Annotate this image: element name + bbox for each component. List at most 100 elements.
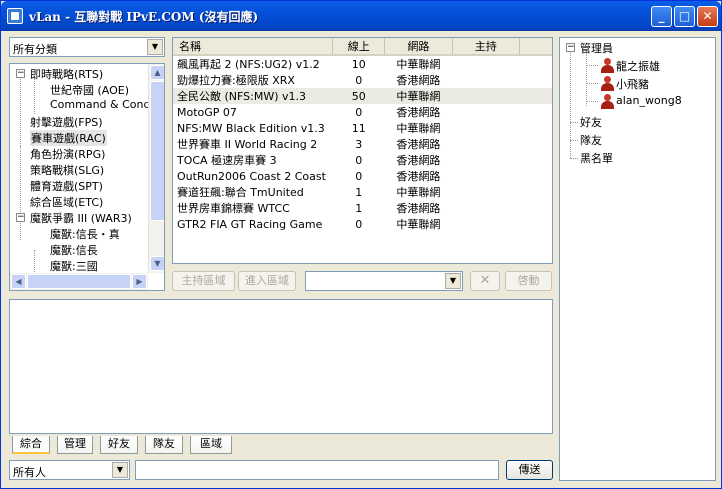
table-row[interactable]: MotoGP 07 0 香港網路 [173,104,552,120]
scroll-thumb[interactable] [27,274,131,289]
row-filler [519,184,552,200]
room-host-cell [452,104,519,120]
start-button[interactable]: 啓動 [505,271,552,291]
table-row[interactable]: 全民公敵 (NFS:MW) v1.3 50 中華聯網 [173,88,552,104]
room-network-cell: 中華聯網 [396,218,441,231]
tree-item-fps[interactable]: 射擊遊戲(FPS) [30,114,103,130]
table-row[interactable]: 賽道狂飆:聯合 TmUnited 1 中華聯網 [173,184,552,200]
user-tree: − 管理員 龍之振雄 小飛豬 alan_wong8 好友 隊友 黑名單 [559,37,716,481]
admin-user[interactable]: 小飛豬 [616,76,649,92]
table-row[interactable]: OutRun2006 Coast 2 Coast 0 香港網路 [173,168,552,184]
scroll-left-icon[interactable]: ◀ [11,274,26,289]
tree-line [34,78,35,114]
scroll-up-icon[interactable]: ▲ [150,65,164,80]
chat-log[interactable] [9,299,553,434]
title-bar[interactable]: vLan - 互聯對戰 IPvE.COM (沒有回應) _ □ ✕ [1,1,721,31]
room-online-cell: 0 [355,217,363,231]
table-row[interactable]: 飆風再起 2 (NFS:UG2) v1.2 10 中華聯網 [173,55,552,72]
tab-friends[interactable]: 好友 [100,436,138,454]
maximize-icon[interactable]: □ [674,6,695,27]
tree-item-war3[interactable]: 魔獸爭霸 III (WAR3) [30,210,132,226]
tree-item-aoe[interactable]: 世紀帝國 (AOE) [50,82,129,98]
chevron-down-icon[interactable]: ▼ [112,462,128,478]
category-select[interactable]: 所有分類 ▼ [9,37,165,57]
host-area-button[interactable]: 主持區域 [172,271,235,291]
room-network-cell: 中華聯網 [396,58,441,71]
tree-vertical-scrollbar[interactable]: ▲ ▼ [148,64,164,273]
recipient-select[interactable]: 所有人 ▼ [9,460,130,480]
tree-item-war3-nobunaga-shin[interactable]: 魔獸:信長・真 [50,226,120,242]
tree-item-war3-nobunaga[interactable]: 魔獸:信長 [50,242,98,258]
room-online-cell: 0 [355,153,363,167]
room-online-cell: 1 [355,201,363,215]
room-network-cell: 香港網路 [396,154,441,167]
room-network-cell: 中華聯網 [396,122,441,135]
room-host-cell [452,136,519,152]
admin-user[interactable]: 龍之振雄 [616,58,660,74]
column-header-online[interactable]: 線上 [332,38,385,56]
tree-item-rpg[interactable]: 角色扮演(RPG) [30,146,105,162]
table-row[interactable]: TOCA 極速房車賽 3 0 香港網路 [173,152,552,168]
scroll-down-icon[interactable]: ▼ [150,256,164,271]
column-header-host[interactable]: 主持 [452,38,520,56]
table-row[interactable]: 世界賽車 II World Racing 2 3 香港網路 [173,136,552,152]
room-online-cell: 0 [355,169,363,183]
tree-item-war3-three-kingdoms[interactable]: 魔獸:三國 [50,258,98,274]
tree-item-rac[interactable]: 賽車遊戲(RAC) [30,130,107,146]
tree-item-spt[interactable]: 體育遊戲(SPT) [30,178,103,194]
user-group-friends[interactable]: 好友 [580,114,602,130]
tree-item-slg[interactable]: 策略戰棋(SLG) [30,162,104,178]
room-table: 名稱 線上 網路 主持 飆風再起 2 (NFS:UG2) v1.2 10 中華聯網勁… [173,38,552,232]
user-group-teammates[interactable]: 隊友 [580,132,602,148]
room-name-cell: 賽道狂飆:聯合 TmUnited [177,186,304,199]
room-option-select[interactable]: ▼ [305,271,463,291]
collapse-icon[interactable]: − [16,213,25,222]
room-name-cell: NFS:MW Black Edition v1.3 [177,121,325,135]
table-row[interactable]: 世界房車錦標賽 WTCC 1 香港網路 [173,200,552,216]
row-filler [519,88,552,104]
row-filler [519,55,552,72]
row-filler [519,104,552,120]
admin-user[interactable]: alan_wong8 [616,94,682,107]
close-icon[interactable]: ✕ [697,6,718,27]
room-online-cell: 50 [332,88,385,104]
chat-input[interactable] [135,460,499,480]
room-network-cell: 香港網路 [396,74,441,87]
cancel-button[interactable]: ✕ [470,271,500,291]
category-select-value: 所有分類 [13,43,57,56]
minimize-icon[interactable]: _ [651,6,672,27]
column-header-name[interactable]: 名稱 [173,38,334,56]
user-group-blacklist[interactable]: 黑名單 [580,150,613,166]
room-online-cell: 0 [355,105,363,119]
table-row[interactable]: GTR2 FIA GT Racing Game 0 中華聯網 [173,216,552,232]
send-button[interactable]: 傳送 [506,460,553,480]
tab-teammates[interactable]: 隊友 [145,436,183,454]
tab-management[interactable]: 管理 [57,436,93,454]
room-host-cell [452,200,519,216]
user-icon [600,76,614,91]
room-list: 名稱 線上 網路 主持 飆風再起 2 (NFS:UG2) v1.2 10 中華聯網勁… [172,37,553,264]
chevron-down-icon[interactable]: ▼ [147,39,163,55]
tree-line [586,83,598,84]
room-online-cell: 3 [355,137,363,151]
table-row[interactable]: NFS:MW Black Edition v1.3 11 中華聯網 [173,120,552,136]
column-header-network[interactable]: 網路 [384,38,453,56]
row-filler [519,200,552,216]
tab-areas[interactable]: 區域 [190,436,232,454]
room-network-cell: 中華聯網 [384,88,453,104]
window-title: vLan - 互聯對戰 IPvE.COM (沒有回應) [29,10,259,24]
tree-line [20,146,21,240]
enter-area-button[interactable]: 進入區域 [238,271,296,291]
tree-item-rts[interactable]: 即時戰略(RTS) [30,66,103,82]
tree-item-etc[interactable]: 綜合區域(ETC) [30,194,103,210]
room-name-cell: OutRun2006 Coast 2 Coast [177,169,326,183]
tree-horizontal-scrollbar[interactable]: ◀ ▶ [10,273,148,290]
chevron-down-icon[interactable]: ▼ [445,273,461,289]
collapse-icon[interactable]: − [566,43,575,52]
tab-general[interactable]: 綜合 [12,436,50,454]
scroll-thumb[interactable] [150,81,164,221]
scroll-right-icon[interactable]: ▶ [132,274,147,289]
table-row[interactable]: 勁爆拉力賽:極限版 XRX 0 香港網路 [173,72,552,88]
user-group-admins[interactable]: 管理員 [580,40,613,56]
collapse-icon[interactable]: − [16,69,25,78]
